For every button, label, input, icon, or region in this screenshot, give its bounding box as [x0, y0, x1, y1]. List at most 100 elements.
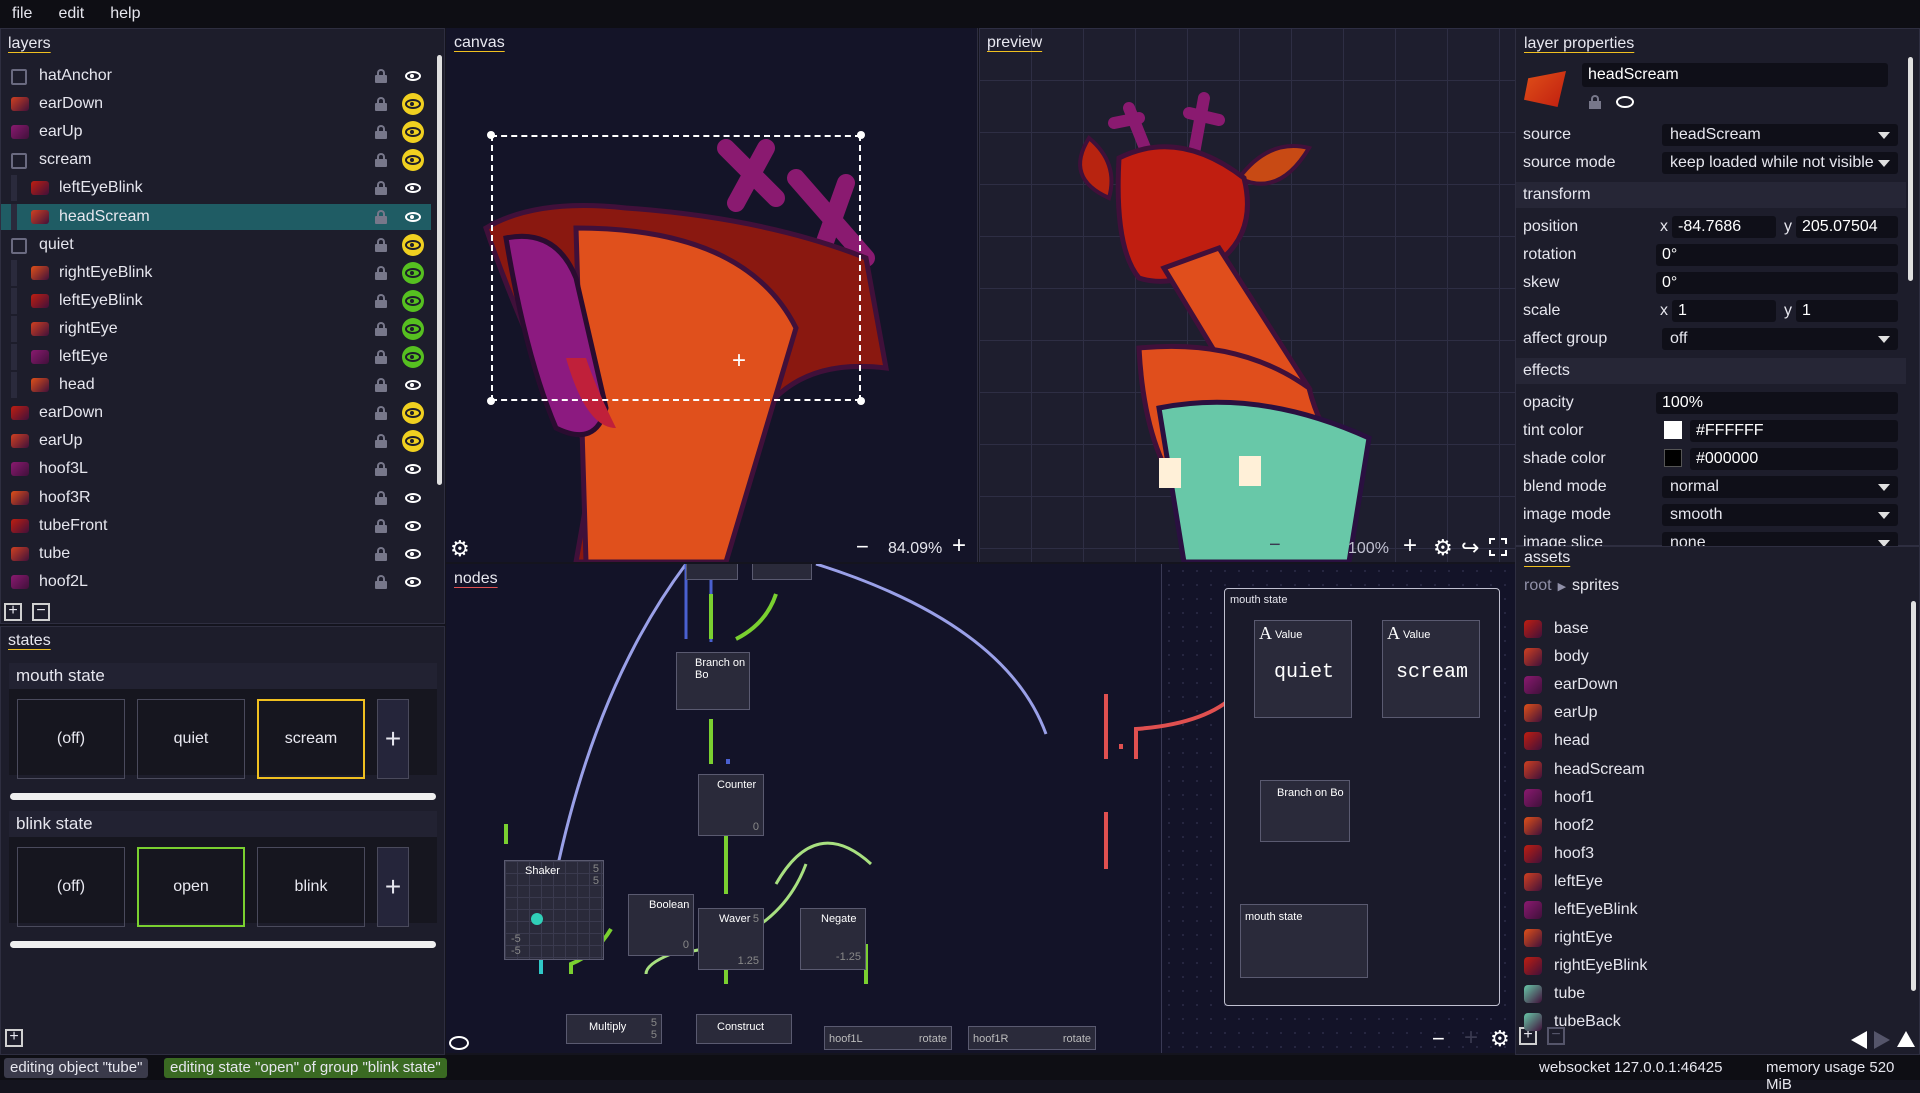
nodes-settings-gear-icon[interactable]: ⚙ — [1490, 1026, 1510, 1052]
preview-zoom-out[interactable]: − — [1269, 534, 1281, 557]
lock-icon[interactable] — [375, 518, 387, 533]
nodes-zoom-out[interactable]: − — [1432, 1026, 1445, 1052]
layer-row[interactable]: hoof3R — [1, 485, 431, 511]
state-option-off[interactable]: (off) — [17, 699, 125, 779]
asset-item[interactable]: earDown — [1524, 672, 1618, 698]
lock-icon[interactable] — [375, 546, 387, 561]
asset-item[interactable]: base — [1524, 616, 1589, 642]
group-checkbox[interactable] — [11, 69, 27, 85]
lock-icon[interactable] — [375, 265, 387, 280]
add-state-button[interactable]: + — [377, 699, 409, 779]
layers-scrollbar[interactable] — [437, 55, 442, 485]
lock-icon[interactable] — [375, 125, 387, 140]
visibility-eye-icon[interactable] — [402, 289, 424, 312]
visibility-eye-icon[interactable] — [402, 458, 424, 480]
breadcrumb-root[interactable]: root — [1524, 577, 1552, 595]
add-state-group-button[interactable]: + — [5, 1029, 23, 1047]
visibility-eye-icon[interactable] — [402, 515, 424, 537]
layer-name-field[interactable]: headScream — [1582, 63, 1888, 87]
visibility-eye-icon[interactable] — [402, 65, 424, 87]
rotation-input[interactable]: 0° — [1656, 244, 1898, 266]
asset-item[interactable]: head — [1524, 728, 1590, 754]
blend-mode-dropdown[interactable]: normal — [1662, 476, 1898, 498]
nodes-panel[interactable]: nodes Branch on Bo Counter 0 Shaker 5 5 -5 -5… — [446, 564, 1515, 1053]
visibility-eye-icon[interactable] — [402, 571, 424, 593]
canvas-panel[interactable]: + canvas ⚙ − 84.09% + — [446, 28, 978, 562]
visibility-eye-icon[interactable] — [402, 430, 424, 453]
zoom-out-button[interactable]: − — [856, 534, 869, 560]
menu-help[interactable]: help — [110, 5, 140, 23]
visibility-eye-icon[interactable] — [402, 402, 424, 425]
asset-item[interactable]: rightEyeBlink — [1524, 953, 1647, 979]
asset-item[interactable]: hoof3 — [1524, 841, 1594, 867]
canvas-zoom-value[interactable]: 84.09% — [888, 540, 942, 558]
state-option-off[interactable]: (off) — [17, 847, 125, 927]
layer-row[interactable]: leftEyeBlink — [1, 175, 431, 202]
layer-row[interactable]: hoof3L — [1, 456, 431, 482]
lock-icon[interactable] — [375, 350, 387, 364]
visibility-eye-icon[interactable] — [402, 317, 424, 340]
lock-icon[interactable] — [375, 434, 387, 449]
share-icon[interactable]: ↪ — [1461, 535, 1479, 561]
lock-icon[interactable] — [375, 181, 387, 196]
visibility-eye-icon[interactable] — [402, 206, 424, 228]
properties-scrollbar[interactable] — [1908, 57, 1913, 281]
layer-row[interactable]: leftEye — [1, 344, 431, 370]
source-mode-dropdown[interactable]: keep loaded while not visible — [1662, 152, 1898, 174]
visibility-eye-icon[interactable] — [402, 93, 424, 116]
affect-group-dropdown[interactable]: off — [1662, 328, 1898, 350]
image-mode-dropdown[interactable]: smooth — [1662, 504, 1898, 526]
asset-item[interactable]: leftEyeBlink — [1524, 897, 1638, 923]
layer-row[interactable]: quiet — [1, 232, 431, 258]
asset-item[interactable]: rightEye — [1524, 925, 1613, 951]
layer-row[interactable]: earDown — [1, 91, 431, 117]
layer-row[interactable]: earDown — [1, 400, 431, 426]
lock-icon[interactable] — [375, 490, 387, 505]
lock-icon[interactable] — [375, 293, 387, 308]
image-slice-dropdown[interactable]: none — [1662, 532, 1898, 546]
lock-icon[interactable] — [375, 209, 387, 224]
visibility-eye-icon[interactable] — [402, 121, 424, 144]
menu-file[interactable]: file — [12, 5, 32, 23]
position-x-input[interactable]: -84.7686 — [1672, 216, 1776, 238]
asset-item[interactable]: hoof1 — [1524, 785, 1594, 811]
node-value-quiet[interactable]: A Value quiet — [1254, 620, 1352, 718]
node-construct[interactable]: Construct — [696, 1014, 792, 1044]
node-negate[interactable]: Negate -1.25 — [800, 908, 866, 970]
nav-back-icon[interactable] — [1851, 1031, 1867, 1049]
add-layer-button[interactable]: + — [4, 603, 22, 621]
selection-handle[interactable] — [857, 131, 865, 139]
asset-item[interactable]: leftEye — [1524, 869, 1603, 895]
layer-row[interactable]: rightEye — [1, 315, 431, 342]
group-checkbox[interactable] — [11, 237, 27, 254]
layer-row[interactable]: scream — [1, 147, 431, 173]
layer-row[interactable]: hoof2L — [1, 569, 431, 595]
lock-icon[interactable] — [375, 406, 387, 421]
asset-item[interactable]: tube — [1524, 981, 1585, 1007]
node-multiply[interactable]: Multiply 5 5 — [566, 1014, 662, 1044]
node-boolean[interactable]: Boolean 0 — [628, 894, 694, 956]
visibility-eye-icon[interactable] — [402, 233, 424, 256]
visibility-eye-icon[interactable] — [402, 177, 424, 199]
node-branch[interactable]: Branch on Bo — [676, 652, 750, 710]
node-counter[interactable]: Counter 0 — [698, 774, 764, 836]
node-input-stub[interactable] — [686, 564, 738, 580]
tint-color-swatch[interactable] — [1664, 421, 1682, 439]
selection-handle[interactable] — [487, 397, 495, 405]
remove-layer-button[interactable]: − — [32, 603, 50, 621]
node-mouth-state-output[interactable]: mouth state — [1240, 904, 1368, 978]
state-option-scream[interactable]: scream — [257, 699, 365, 779]
visibility-eye-icon[interactable] — [402, 487, 424, 509]
scale-y-input[interactable]: 1 — [1796, 300, 1898, 322]
nav-up-icon[interactable] — [1897, 1031, 1915, 1047]
state-group-scroll[interactable] — [10, 941, 436, 948]
breadcrumb-sprites[interactable]: sprites — [1572, 577, 1619, 595]
layer-row[interactable]: tubeFront — [1, 513, 431, 539]
visibility-eye-icon[interactable] — [402, 149, 424, 172]
shade-color-input[interactable]: #000000 — [1690, 448, 1898, 470]
nodes-zoom-in[interactable]: + — [1464, 1024, 1478, 1052]
lock-icon[interactable] — [375, 378, 387, 393]
layer-row[interactable]: headScream — [1, 203, 431, 230]
zoom-in-button[interactable]: + — [952, 532, 966, 560]
node-value-scream[interactable]: A Value scream — [1382, 620, 1480, 718]
